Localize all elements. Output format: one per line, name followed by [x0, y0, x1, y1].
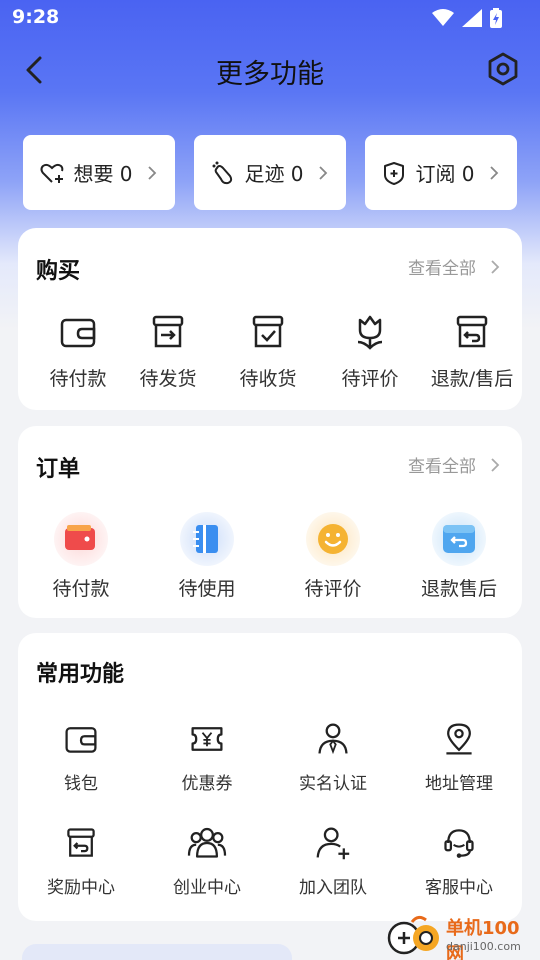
- watermark: 单机100网 danji100.com: [386, 914, 536, 960]
- footprint-card[interactable]: 足迹 0: [194, 135, 346, 210]
- common-item-label: 地址管理: [425, 774, 493, 794]
- blue-return-icon: [432, 512, 486, 566]
- order-item-pending-payment[interactable]: 待付款: [24, 512, 138, 601]
- chevron-right-icon: [318, 165, 327, 180]
- common-item-label: 加入团队: [299, 878, 367, 898]
- chevron-right-icon: [491, 457, 500, 472]
- smiley-icon: [306, 512, 360, 566]
- view-all-label: 查看全部: [408, 259, 476, 279]
- common-item-address[interactable]: 地址管理: [402, 721, 516, 794]
- common-item-coupon[interactable]: 优惠券: [150, 721, 264, 794]
- order-item-label: 待评价: [304, 578, 362, 600]
- purchase-card: 购买 查看全部 待付款 待发货 待收货 待评价 退款/售后: [18, 228, 522, 410]
- page-title: 更多功能: [216, 59, 324, 90]
- wishlist-label: 想要 0: [73, 162, 133, 186]
- box-arrow-icon: [152, 315, 184, 348]
- common-item-startup[interactable]: 创业中心: [150, 825, 264, 898]
- common-item-label: 实名认证: [299, 774, 367, 794]
- orders-view-all[interactable]: 查看全部: [408, 452, 500, 477]
- purchase-item-label: 待付款: [49, 368, 107, 390]
- wallet-icon: [60, 318, 96, 348]
- common-title: 常用功能: [36, 662, 125, 687]
- nav-bar: 更多功能: [0, 40, 540, 100]
- purchase-item-refund[interactable]: 退款/售后: [422, 312, 522, 391]
- group-icon: [187, 827, 227, 858]
- blue-notebook-icon: [180, 512, 234, 566]
- common-item-label: 钱包: [64, 774, 98, 794]
- orders-title: 订单: [36, 457, 81, 482]
- chevron-right-icon: [147, 165, 156, 180]
- wishlist-card[interactable]: 想要 0: [23, 135, 175, 210]
- order-item-refund[interactable]: 退款售后: [402, 512, 516, 601]
- person-tie-icon: [318, 723, 348, 755]
- common-item-label: 创业中心: [173, 878, 241, 898]
- settings-hexagon-icon[interactable]: [484, 50, 522, 88]
- subscribe-card[interactable]: 订阅 0: [365, 135, 517, 210]
- box-check-icon: [252, 315, 284, 348]
- view-all-label: 查看全部: [408, 457, 476, 477]
- purchase-item-pending-payment[interactable]: 待付款: [28, 312, 128, 391]
- watermark-logo-icon: [387, 915, 439, 955]
- purchase-item-label: 待评价: [341, 368, 399, 390]
- bottom-banner-partial[interactable]: [22, 944, 292, 960]
- headset-icon: [444, 829, 474, 858]
- quick-cards-row: 想要 0 足迹 0 订阅 0: [23, 135, 517, 210]
- purchase-item-label: 待收货: [239, 368, 297, 390]
- chevron-right-icon: [489, 165, 498, 180]
- common-item-join-team[interactable]: 加入团队: [276, 825, 390, 898]
- coupon-icon: [191, 727, 223, 751]
- common-item-customer-service[interactable]: 客服中心: [402, 825, 516, 898]
- purchase-title: 购买: [36, 259, 81, 284]
- chevron-right-icon: [491, 259, 500, 274]
- status-bar: 9:28: [0, 0, 540, 36]
- order-item-label: 待付款: [52, 578, 110, 600]
- common-item-label: 客服中心: [425, 878, 493, 898]
- subscribe-icon: [384, 161, 405, 185]
- subscribe-label: 订阅 0: [415, 162, 475, 186]
- purchase-item-label: 退款/售后: [430, 368, 514, 390]
- purchase-item-label: 待发货: [139, 368, 197, 390]
- flower-icon: [357, 315, 383, 350]
- common-item-verification[interactable]: 实名认证: [276, 721, 390, 794]
- watermark-line2: danji100.com: [446, 940, 521, 953]
- wallet-icon: [65, 727, 97, 753]
- order-item-label: 退款售后: [420, 578, 497, 600]
- footprint-label: 足迹 0: [244, 162, 304, 186]
- purchase-item-pending-review[interactable]: 待评价: [320, 312, 420, 391]
- purchase-view-all[interactable]: 查看全部: [408, 254, 500, 279]
- red-wallet-icon: [54, 512, 108, 566]
- common-item-wallet[interactable]: 钱包: [24, 721, 138, 794]
- watermark-line1: 单机100网: [446, 918, 520, 960]
- box-return-icon: [456, 315, 488, 348]
- common-item-label: 奖励中心: [47, 878, 115, 898]
- person-add-icon: [316, 827, 350, 860]
- order-item-pending-review[interactable]: 待评价: [276, 512, 390, 601]
- order-item-to-use[interactable]: 待使用: [150, 512, 264, 601]
- footprint-icon: [212, 161, 233, 184]
- location-pin-icon: [446, 723, 472, 755]
- common-item-label: 优惠券: [181, 774, 233, 794]
- common-functions-card: 常用功能 钱包 优惠券 实名认证 地址管理 奖励中心 创业中心 加入团队 客服中…: [18, 633, 522, 921]
- wifi-icon: [432, 9, 454, 26]
- orders-card: 订单 查看全部 待付款 待使用 待评价 退款售后: [18, 426, 522, 618]
- order-item-label: 待使用: [178, 578, 236, 600]
- battery-icon: [490, 8, 502, 28]
- box-return-icon: [67, 828, 95, 857]
- status-time: 9:28: [12, 6, 60, 28]
- common-item-rewards[interactable]: 奖励中心: [24, 825, 138, 898]
- heart-plus-icon: [40, 163, 64, 183]
- signal-icon: [462, 9, 482, 27]
- purchase-item-pending-shipment[interactable]: 待发货: [118, 312, 218, 391]
- purchase-item-pending-receipt[interactable]: 待收货: [218, 312, 318, 391]
